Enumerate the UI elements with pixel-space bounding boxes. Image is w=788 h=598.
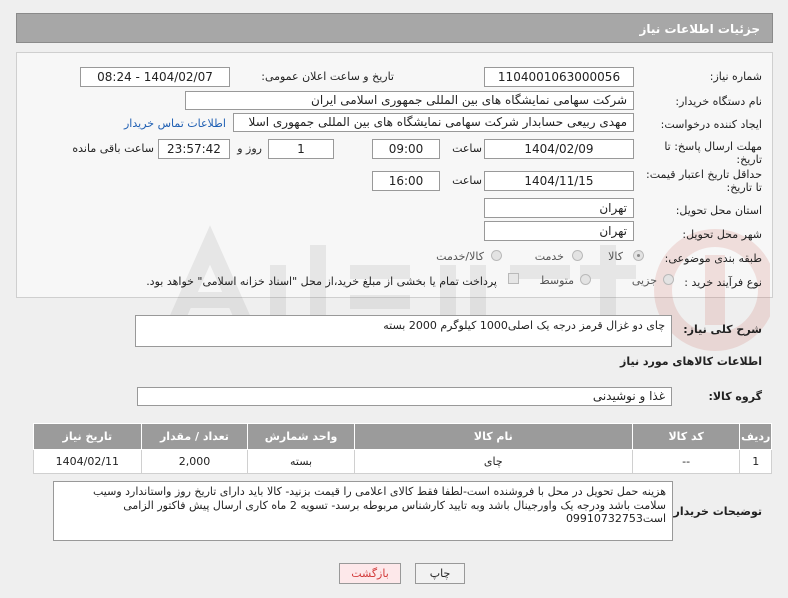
col-header-row-number: ردیف — [739, 423, 772, 450]
treasury-payment-checkbox[interactable] — [508, 273, 519, 284]
remaining-time-label: ساعت باقی مانده — [72, 142, 154, 155]
col-header-need-date: تاریخ نیاز — [33, 423, 142, 450]
category-radio-service[interactable] — [572, 250, 583, 261]
cell-goods-name: چای — [353, 449, 633, 474]
process-label: نوع فرآیند خرید : — [684, 276, 762, 289]
reply-deadline-label-date: تاریخ: — [736, 153, 762, 166]
back-button[interactable]: بازگشت — [339, 563, 401, 584]
reply-time-field: 09:00 — [372, 139, 440, 159]
col-header-goods-code: کد کالا — [631, 423, 741, 450]
reply-time-label: ساعت — [452, 142, 482, 155]
province-field: تهران — [484, 198, 634, 218]
cell-need-date: 1404/02/11 — [33, 449, 142, 474]
category-radio-goods[interactable] — [633, 250, 644, 261]
buyer-contact-link[interactable]: اطلاعات تماس خریدار — [124, 117, 226, 130]
category-label: طبقه بندی موضوعی: — [664, 252, 762, 265]
need-number-field: 1104001063000056 — [484, 67, 634, 87]
reply-deadline-label: مهلت ارسال پاسخ: تا — [664, 140, 762, 153]
goods-info-title: اطلاعات کالاهای مورد نیاز — [620, 355, 762, 368]
days-label: روز و — [237, 142, 262, 155]
category-option-service: خدمت — [534, 250, 564, 263]
buyer-org-field: شرکت سهامی نمایشگاه های بین المللی جمهور… — [185, 91, 634, 110]
validity-time-field: 16:00 — [372, 171, 440, 191]
creator-field: مهدی ربیعی حسابدار شرکت سهامی نمایشگاه ه… — [233, 113, 634, 132]
goods-group-field: غذا و نوشیدنی — [137, 387, 672, 406]
buyer-notes-field: هزینه حمل تحویل در محل با فروشنده است-لط… — [53, 481, 673, 541]
remaining-days-field: 1 — [268, 139, 334, 159]
validity-time-label: ساعت — [452, 174, 482, 187]
category-option-goods-service: کالا/خدمت — [436, 250, 484, 263]
goods-group-label: گروه کالا: — [708, 390, 762, 403]
description-field: چای دو غزال قرمز درجه یک اصلی1000 کیلوگر… — [135, 315, 672, 347]
creator-label: ایجاد کننده درخواست: — [660, 118, 762, 131]
need-number-label: شماره نیاز: — [709, 70, 762, 83]
city-label: شهر محل تحویل: — [682, 228, 762, 241]
buyer-notes-label: توضیحات خریدار: — [669, 505, 762, 518]
process-option-minor: جزیی — [631, 274, 657, 287]
category-radio-goods-service[interactable] — [491, 250, 502, 261]
col-header-goods-name: نام کالا — [353, 423, 633, 450]
cell-quantity: 2,000 — [140, 449, 249, 474]
cell-row-number: 1 — [739, 449, 772, 474]
price-validity-label: حداقل تاریخ اعتبار قیمت: — [646, 168, 762, 181]
process-radio-minor[interactable] — [663, 274, 674, 285]
price-validity-label-date: تا تاریخ: — [726, 181, 762, 194]
col-header-quantity: تعداد / مقدار — [140, 423, 249, 450]
table-row: 1 -- چای بسته 2,000 1404/02/11 — [33, 449, 772, 474]
page-header: جزئیات اطلاعات نیاز — [16, 13, 773, 43]
treasury-payment-note: پرداخت تمام یا بخشی از مبلغ خرید،از محل … — [146, 275, 497, 288]
announce-date-field: 1404/02/07 - 08:24 — [80, 67, 230, 87]
col-header-unit: واحد شمارش — [247, 423, 355, 450]
city-field: تهران — [484, 221, 634, 241]
process-option-medium: متوسط — [539, 274, 574, 287]
print-button[interactable]: چاپ — [415, 563, 465, 584]
remaining-time-field: 23:57:42 — [158, 139, 230, 159]
cell-unit: بسته — [247, 449, 355, 474]
description-label: شرح کلی نیاز: — [683, 323, 762, 336]
process-radio-medium[interactable] — [580, 274, 591, 285]
page-title: جزئیات اطلاعات نیاز — [639, 22, 760, 36]
items-table: ردیف کد کالا نام کالا واحد شمارش تعداد /… — [33, 423, 772, 474]
province-label: استان محل تحویل: — [675, 204, 762, 217]
reply-date-field: 1404/02/09 — [484, 139, 634, 159]
table-header-row: ردیف کد کالا نام کالا واحد شمارش تعداد /… — [33, 423, 772, 450]
buyer-org-label: نام دستگاه خریدار: — [675, 95, 762, 108]
announce-date-label: تاریخ و ساعت اعلان عمومی: — [261, 70, 394, 83]
validity-date-field: 1404/11/15 — [484, 171, 634, 191]
category-option-goods: کالا — [608, 250, 623, 263]
cell-goods-code: -- — [631, 449, 741, 474]
